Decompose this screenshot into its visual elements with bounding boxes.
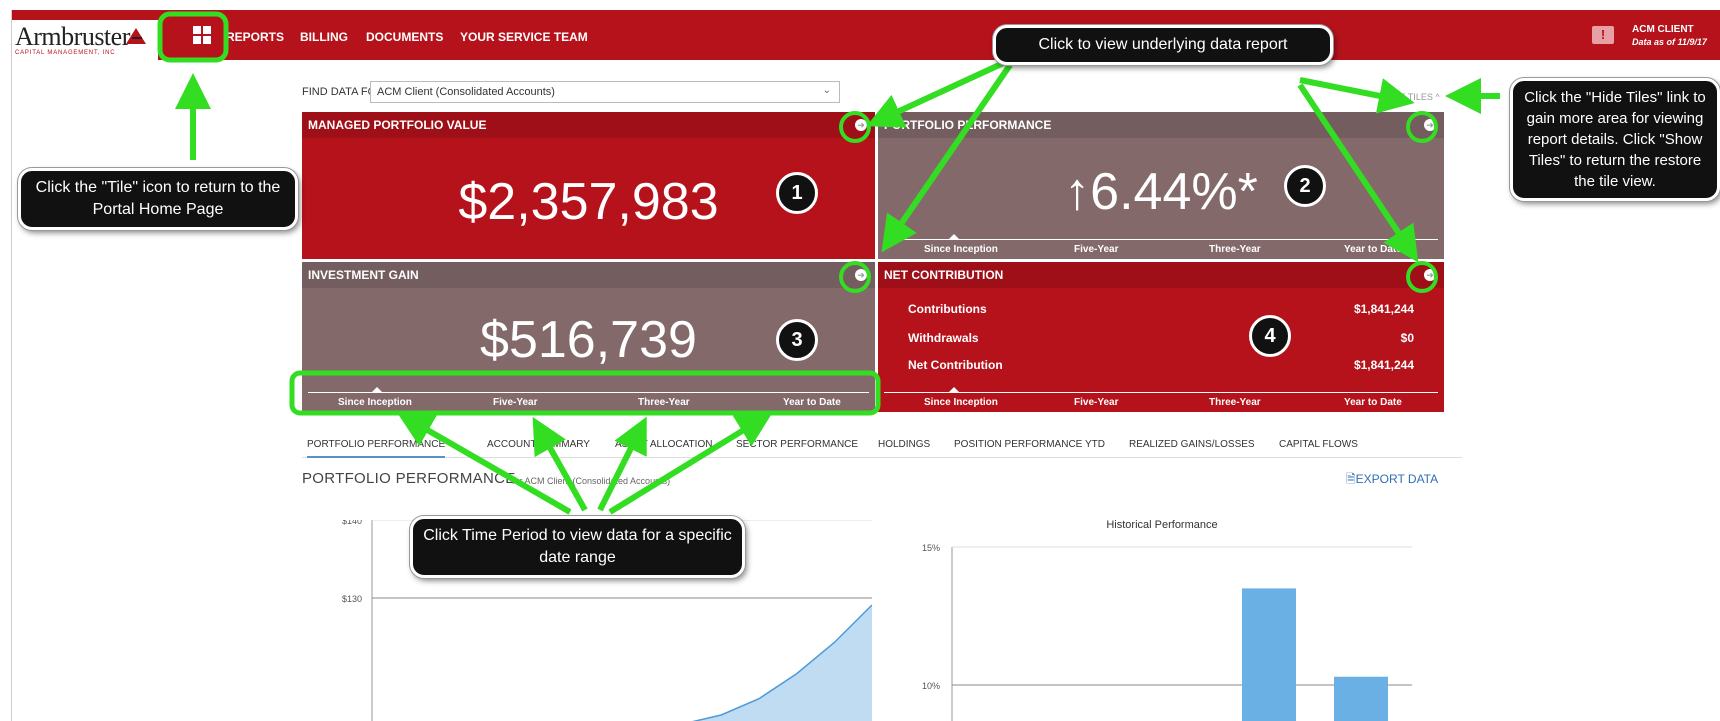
company-logo[interactable]: Armbruster CAPITAL MANAGEMENT, INC [12,20,158,60]
tab-realized-gains-losses[interactable]: REALIZED GAINS/LOSSES [1129,439,1255,450]
period-marker [949,234,959,239]
export-label: EXPORT DATA [1355,472,1439,486]
chart-title: Historical Performance [1106,519,1217,531]
user-name[interactable]: ACM CLIENT [1632,24,1694,35]
y-tick-label: $140 [342,520,362,526]
export-data-link[interactable]: 🗎EXPORT DATA [1346,470,1438,491]
bar [1334,676,1388,721]
period-marker [949,387,959,392]
tab-position-performance-ytd[interactable]: POSITION PERFORMANCE YTD [954,439,1105,450]
document-icon: 🗎 [1346,472,1356,486]
alert-icon[interactable]: ! [1592,26,1614,44]
period-year-to-date[interactable]: Year to Date [1344,397,1402,408]
period-marker [372,387,382,392]
logo-mark-icon [126,28,146,44]
period-five-year[interactable]: Five-Year [1074,397,1118,408]
tab-sector-performance[interactable]: SECTOR PERFORMANCE [736,439,858,450]
contrib-label: Contributions [908,302,987,316]
arrow-right-circle-icon[interactable]: ➜ [855,119,867,131]
callout-data-report: Click to view underlying data report [993,25,1333,65]
contrib-row: Withdrawals $0 [908,331,1414,345]
contrib-value: $0 [1400,331,1414,345]
contrib-label: Withdrawals [908,331,979,345]
top-nav-bar: Armbruster CAPITAL MANAGEMENT, INC REPOR… [12,10,1720,60]
y-tick-label: 10% [922,681,940,691]
nav-documents[interactable]: DOCUMENTS [366,30,443,44]
historical-performance-chart: Historical Performance 15% 10% [922,519,1412,721]
y-tick-label: 15% [922,543,940,553]
tab-holdings[interactable]: HOLDINGS [878,439,930,450]
tile-net-contribution[interactable]: NET CONTRIBUTION ➜ Contributions $1,841,… [878,262,1444,412]
nav-reports[interactable]: REPORTS [226,30,284,44]
tab-capital-flows[interactable]: CAPITAL FLOWS [1279,439,1358,450]
tab-portfolio-performance[interactable]: PORTFOLIO PERFORMANCE [307,439,446,458]
tile-title: PORTFOLIO PERFORMANCE [878,112,1444,138]
arrow-right-circle-icon[interactable]: ➜ [1424,119,1436,131]
account-select-value: ACM Client (Consolidated Accounts) [377,86,555,98]
section-subtitle: for ACM Client (Consolidated Accounts) [512,476,671,486]
period-five-year[interactable]: Five-Year [1074,244,1118,255]
contrib-row: Contributions $1,841,244 [908,302,1414,316]
period-three-year[interactable]: Three-Year [1209,244,1261,255]
contrib-value: $1,841,244 [1353,358,1414,372]
contrib-label: Net Contribution [908,358,1003,372]
tile-title: NET CONTRIBUTION [878,262,1444,288]
performance-value: ↑6.44%* [1064,163,1258,221]
period-year-to-date[interactable]: Year to Date [1344,244,1402,255]
period-three-year[interactable]: Three-Year [1209,397,1261,408]
tile-portfolio-performance[interactable]: PORTFOLIO PERFORMANCE ➜ ↑6.44%* Since In… [878,112,1444,259]
contrib-value: $1,841,244 [1353,302,1414,316]
callout-time-period: Click Time Period to view data for a spe… [410,516,745,578]
period-three-year[interactable]: Three-Year [638,397,690,408]
badge-3: 3 [776,319,818,361]
arrow-right-circle-icon[interactable]: ➜ [855,269,867,281]
report-tabs: PORTFOLIO PERFORMANCE ACCOUNT SUMMARY AS… [302,430,1462,458]
period-bar: Since Inception Five-Year Three-Year Yea… [308,387,869,412]
tile-title: INVESTMENT GAIN [302,262,875,288]
nav-service-team[interactable]: YOUR SERVICE TEAM [460,30,588,44]
logo-subtitle: CAPITAL MANAGEMENT, INC [15,50,116,56]
arrow-right-circle-icon[interactable]: ➜ [1424,269,1436,281]
chevron-down-icon: ⌄ [822,85,831,96]
section-title: PORTFOLIO PERFORMANCE [302,470,516,487]
logo-name: Armbruster [15,22,130,51]
y-tick-label: $130 [342,594,362,604]
tile-title: MANAGED PORTFOLIO VALUE [302,112,875,138]
hide-tiles-link[interactable]: HIDE TILES ^ [1384,92,1440,102]
badge-4: 4 [1249,315,1291,357]
tab-account-summary[interactable]: ACCOUNT SUMMARY [487,439,590,450]
area-fill [695,605,872,721]
callout-tile-icon: Click the "Tile" icon to return to the P… [18,168,298,230]
callout-hide-tiles: Click the "Hide Tiles" link to gain more… [1510,78,1720,201]
period-since-inception[interactable]: Since Inception [924,397,998,408]
nav-billing[interactable]: BILLING [300,30,348,44]
period-five-year[interactable]: Five-Year [493,397,537,408]
period-since-inception[interactable]: Since Inception [338,397,412,408]
tab-asset-allocation[interactable]: ASSET ALLOCATION [615,439,712,450]
period-bar: Since Inception Five-Year Three-Year Yea… [884,387,1438,412]
badge-2: 2 [1284,165,1326,207]
badge-1: 1 [776,172,818,214]
app-window: Armbruster CAPITAL MANAGEMENT, INC REPOR… [11,10,1720,721]
period-year-to-date[interactable]: Year to Date [783,397,841,408]
data-as-of: Data as of 11/9/17 [1632,37,1707,47]
tile-home-icon[interactable] [193,26,211,44]
period-since-inception[interactable]: Since Inception [924,244,998,255]
bar [1242,588,1296,721]
contrib-row: Net Contribution $1,841,244 [908,358,1414,372]
account-select[interactable]: ACM Client (Consolidated Accounts) ⌄ [370,81,840,103]
period-bar: Since Inception Five-Year Three-Year Yea… [884,234,1438,259]
